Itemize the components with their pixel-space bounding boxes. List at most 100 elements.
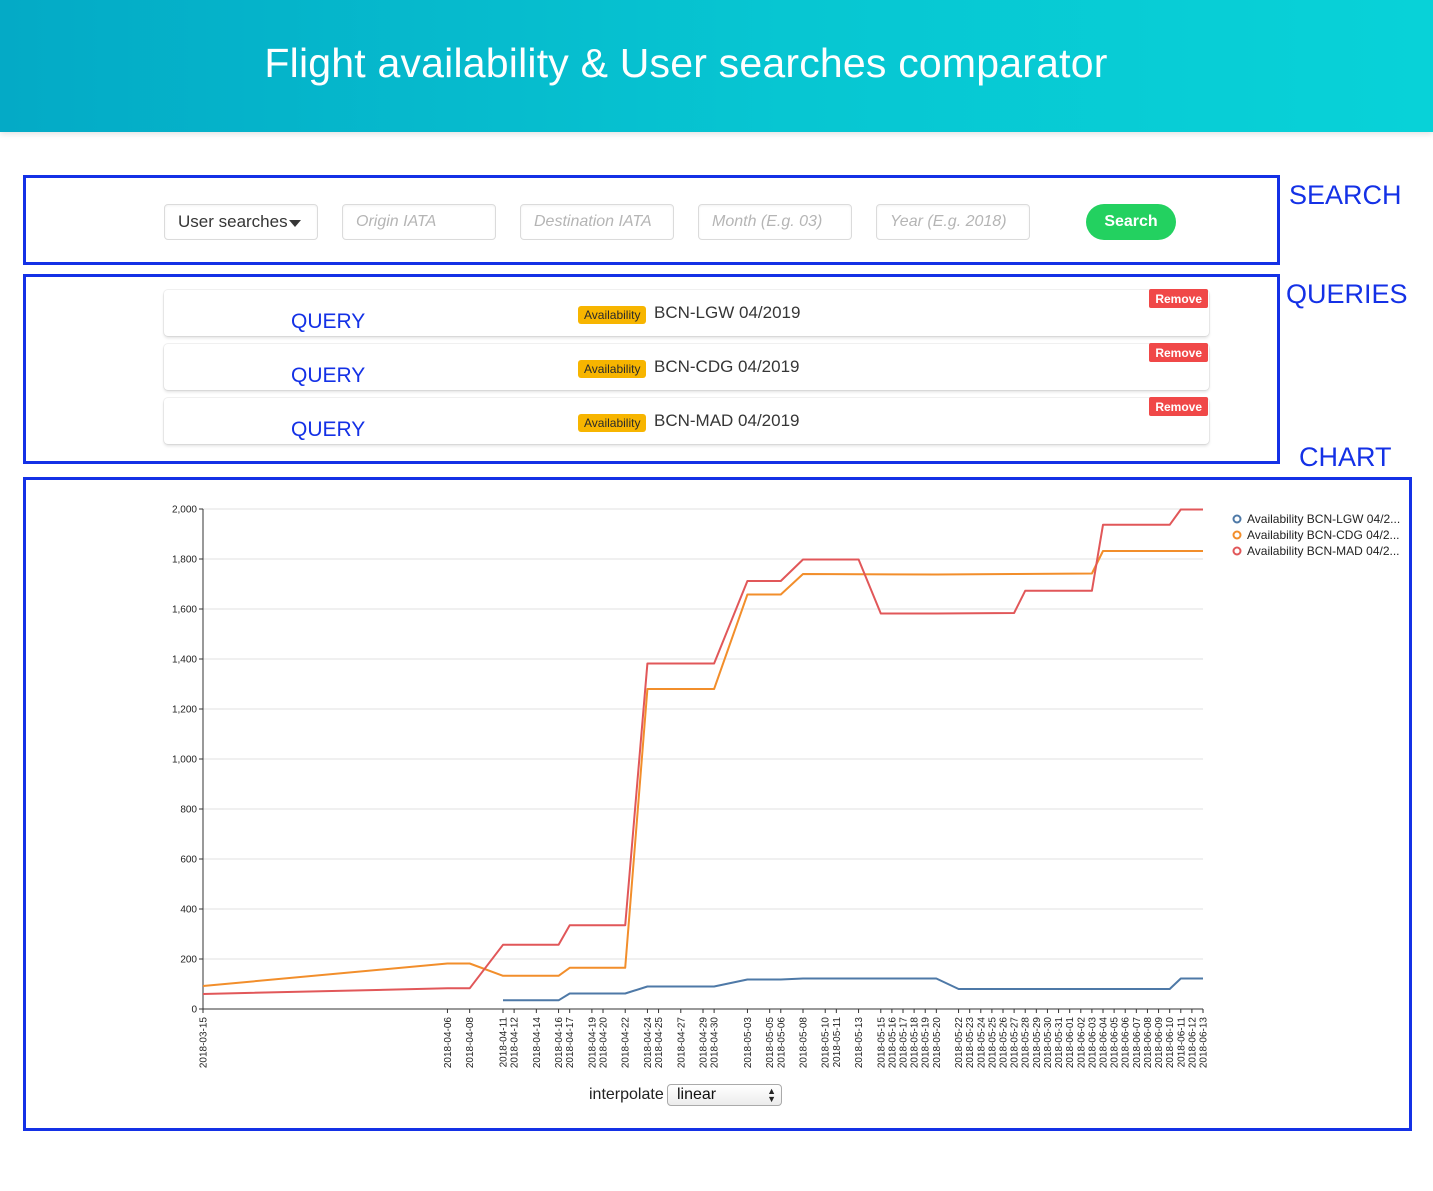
series-line	[503, 977, 1203, 1002]
remove-button[interactable]: Remove	[1149, 343, 1208, 362]
x-tick-label: 2018-06-13	[1199, 1017, 1210, 1069]
y-tick-label: 2,000	[172, 505, 197, 516]
x-tick-label: 2018-06-06	[1121, 1017, 1132, 1069]
queries-frame-label: QUERIES	[1286, 279, 1408, 309]
x-tick-label: 2018-03-15	[199, 1017, 210, 1069]
y-tick-label: 0	[191, 1005, 197, 1016]
x-tick-label: 2018-04-14	[532, 1017, 543, 1069]
x-tick-label: 2018-05-19	[921, 1017, 932, 1069]
x-tick-label: 2018-05-05	[765, 1017, 776, 1069]
y-tick-label: 600	[180, 855, 197, 866]
x-tick-label: 2018-05-22	[954, 1017, 965, 1069]
search-button[interactable]: Search	[1086, 204, 1176, 240]
x-tick-label: 2018-06-11	[1176, 1017, 1187, 1068]
month-input[interactable]	[698, 204, 852, 240]
y-tick-label: 800	[180, 805, 197, 816]
x-tick-label: 2018-05-15	[876, 1017, 887, 1069]
page-title: Flight availability & User searches comp…	[264, 40, 1108, 86]
x-tick-label: 2018-05-08	[799, 1017, 810, 1069]
x-tick-label: 2018-04-12	[510, 1017, 521, 1069]
x-tick-label: 2018-04-16	[554, 1017, 565, 1069]
legend-label: Availability BCN-LGW 04/2...	[1247, 512, 1400, 526]
query-route: BCN-CDG 04/2019	[654, 357, 800, 376]
legend-marker	[1232, 514, 1242, 524]
x-tick-label: 2018-05-20	[932, 1017, 943, 1069]
x-tick-label: 2018-06-12	[1187, 1017, 1198, 1069]
year-input[interactable]	[876, 204, 1030, 240]
query-card: QUERY Availability BCN-CDG 04/2019 Remov…	[164, 343, 1209, 390]
legend-marker	[1232, 546, 1242, 556]
x-tick-label: 2018-04-11	[499, 1017, 510, 1068]
x-tick-label: 2018-04-06	[443, 1017, 454, 1069]
x-tick-label: 2018-04-17	[565, 1017, 576, 1069]
y-tick-label: 1,000	[172, 755, 197, 766]
series-line	[202, 508, 1203, 995]
x-tick-label: 2018-05-23	[965, 1017, 976, 1069]
search-frame-label: SEARCH	[1289, 180, 1402, 210]
x-tick-label: 2018-05-30	[1043, 1017, 1054, 1069]
availability-tag: Availability	[578, 306, 647, 324]
y-tick-label: 1,600	[172, 605, 197, 616]
x-tick-label: 2018-05-31	[1054, 1017, 1065, 1069]
query-route: BCN-LGW 04/2019	[654, 303, 801, 322]
query-card: QUERY Availability BCN-MAD 04/2019 Remov…	[164, 397, 1209, 444]
legend-label: Availability BCN-CDG 04/2...	[1247, 528, 1400, 542]
query-label: QUERY	[291, 418, 366, 441]
x-tick-label: 2018-04-30	[710, 1017, 721, 1069]
x-tick-label: 2018-05-03	[743, 1017, 754, 1069]
x-tick-label: 2018-04-20	[599, 1017, 610, 1069]
line-chart: 0 200 400 600 800 1,000 1,200 1,400 1,600 1,800 2,…	[172, 505, 1400, 1069]
availability-tag: Availability	[578, 360, 647, 378]
y-tick-label: 400	[180, 905, 197, 916]
availability-tag: Availability	[578, 414, 647, 432]
x-tick-label: 2018-06-03	[1087, 1017, 1098, 1069]
x-tick-label: 2018-04-25	[654, 1017, 665, 1069]
x-tick-label: 2018-05-18	[910, 1017, 921, 1069]
x-tick-label: 2018-05-11	[832, 1017, 843, 1068]
origin-input[interactable]	[342, 204, 496, 240]
series-line	[202, 550, 1203, 987]
remove-button[interactable]: Remove	[1149, 397, 1208, 416]
search-mode-select[interactable]: User searches	[164, 204, 318, 240]
x-tick-label: 2018-06-04	[1099, 1017, 1110, 1069]
x-tick-label: 2018-05-27	[1010, 1017, 1021, 1069]
interpolate-label: interpolate	[589, 1086, 664, 1103]
legend-label: Availability BCN-MAD 04/2...	[1247, 544, 1400, 558]
x-tick-label: 2018-04-27	[676, 1017, 687, 1069]
interpolate-select[interactable]: linear ▲ ▼	[667, 1084, 782, 1106]
query-card: QUERY Availability BCN-LGW 04/2019 Remov…	[164, 289, 1209, 336]
x-tick-label: 2018-04-22	[621, 1017, 632, 1069]
x-tick-label: 2018-05-25	[987, 1017, 998, 1069]
destination-input[interactable]	[520, 204, 674, 240]
x-tick-label: 2018-05-13	[854, 1017, 865, 1069]
x-tick-label: 2018-06-02	[1076, 1017, 1087, 1069]
x-tick-label: 2018-06-05	[1110, 1017, 1121, 1069]
y-tick-label: 1,800	[172, 555, 197, 566]
select-arrows-icon: ▲ ▼	[767, 1086, 776, 1104]
x-tick-label: 2018-05-17	[899, 1017, 910, 1069]
search-mode-value: User searches	[178, 212, 288, 231]
header-banner: Flight availability & User searches comp…	[0, 0, 1433, 132]
x-tick-label: 2018-05-24	[976, 1017, 987, 1069]
y-tick-label: 200	[180, 955, 197, 966]
x-tick-label: 2018-05-06	[776, 1017, 787, 1069]
chart-frame-label: CHART	[1299, 442, 1392, 472]
x-tick-label: 2018-05-16	[887, 1017, 898, 1069]
remove-button[interactable]: Remove	[1149, 289, 1208, 308]
query-label: QUERY	[291, 310, 366, 333]
query-route: BCN-MAD 04/2019	[654, 411, 800, 430]
x-tick-label: 2018-06-01	[1065, 1017, 1076, 1069]
x-tick-label: 2018-04-24	[643, 1017, 654, 1069]
x-tick-label: 2018-04-29	[699, 1017, 710, 1069]
x-tick-label: 2018-05-10	[821, 1017, 832, 1069]
legend-marker	[1232, 530, 1242, 540]
x-tick-label: 2018-06-07	[1132, 1017, 1143, 1069]
x-tick-label: 2018-05-29	[1032, 1017, 1043, 1069]
x-tick-label: 2018-04-19	[587, 1017, 598, 1069]
caret-down-icon	[289, 220, 301, 227]
x-tick-label: 2018-05-26	[999, 1017, 1010, 1069]
x-tick-label: 2018-04-08	[465, 1017, 476, 1069]
x-tick-label: 2018-06-09	[1154, 1017, 1165, 1069]
x-tick-label: 2018-05-28	[1021, 1017, 1032, 1069]
interpolate-value: linear	[677, 1086, 717, 1103]
